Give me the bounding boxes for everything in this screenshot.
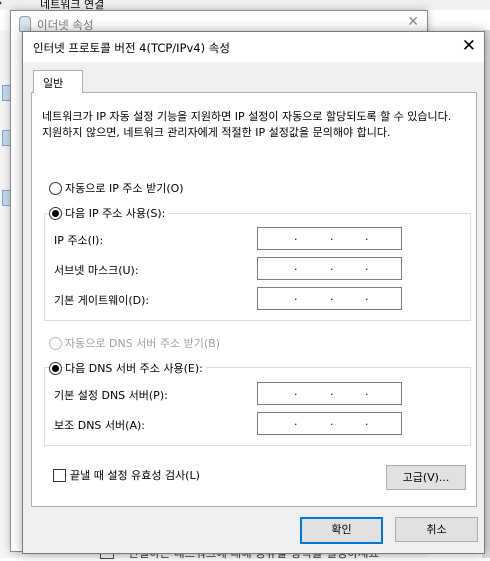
validate-on-exit-label[interactable]: 끝낼 때 설정 유효성 검사(L) [70, 467, 200, 483]
tab-general[interactable]: 일반 [33, 70, 83, 93]
advanced-button[interactable]: 고급(V)... [386, 465, 466, 490]
close-icon[interactable]: ✕ [462, 36, 476, 56]
manual-dns-radio[interactable] [49, 362, 62, 375]
auto-ip-label[interactable]: 자동으로 IP 주소 받기(O) [65, 180, 184, 196]
cancel-button[interactable]: 취소 [395, 517, 478, 542]
dialog-titlebar: 인터넷 프로토콜 버전 4(TCP/IPv4) 속성 ✕ [23, 32, 484, 62]
general-panel: 네트워크가 IP 자동 설정 기능을 지원하면 IP 설정이 자동으로 할당되도… [31, 92, 477, 507]
subnet-mask-label: 서브넷 마스크(U): [54, 264, 139, 277]
alternate-dns-input[interactable]: ... [257, 412, 402, 435]
auto-dns-label[interactable]: 자동으로 DNS 서버 주소 받기(B) [65, 335, 220, 351]
background-top-bar: › 네트워크 연결 [0, 0, 490, 11]
description-text: 네트워크가 IP 자동 설정 기능을 지원하면 IP 설정이 자동으로 할당되도… [42, 110, 452, 139]
manual-ip-radio[interactable] [49, 207, 62, 220]
manual-dns-label[interactable]: 다음 DNS 서버 주소 사용(E): [65, 360, 206, 376]
manual-ip-label[interactable]: 다음 IP 주소 사용(S): [65, 205, 169, 221]
preferred-dns-input[interactable]: ... [257, 382, 402, 405]
ipv4-properties-dialog: 인터넷 프로토콜 버전 4(TCP/IPv4) 속성 ✕ 일반 네트워크가 IP… [22, 31, 485, 554]
dialog-title: 인터넷 프로토콜 버전 4(TCP/IPv4) 속성 [33, 41, 230, 55]
auto-ip-radio[interactable] [49, 182, 62, 195]
ok-button[interactable]: 확인 [300, 517, 383, 544]
validate-on-exit-checkbox[interactable] [53, 469, 66, 482]
close-icon[interactable]: ✕ [407, 14, 419, 30]
alternate-dns-label: 보조 DNS 서버(A): [54, 419, 145, 432]
ip-address-label: IP 주소(I): [54, 234, 104, 247]
subnet-mask-input[interactable]: ... [257, 257, 402, 280]
preferred-dns-label: 기본 설정 DNS 서버(P): [54, 389, 168, 402]
back-arrow-icon: › [0, 0, 2, 9]
auto-dns-radio[interactable] [49, 337, 62, 350]
ip-address-input[interactable]: ... [257, 227, 402, 250]
network-adapter-icon [19, 16, 31, 32]
default-gateway-input[interactable]: ... [257, 287, 402, 310]
tab-general-label: 일반 [43, 77, 64, 90]
default-gateway-label: 기본 게이트웨이(D): [54, 294, 150, 307]
